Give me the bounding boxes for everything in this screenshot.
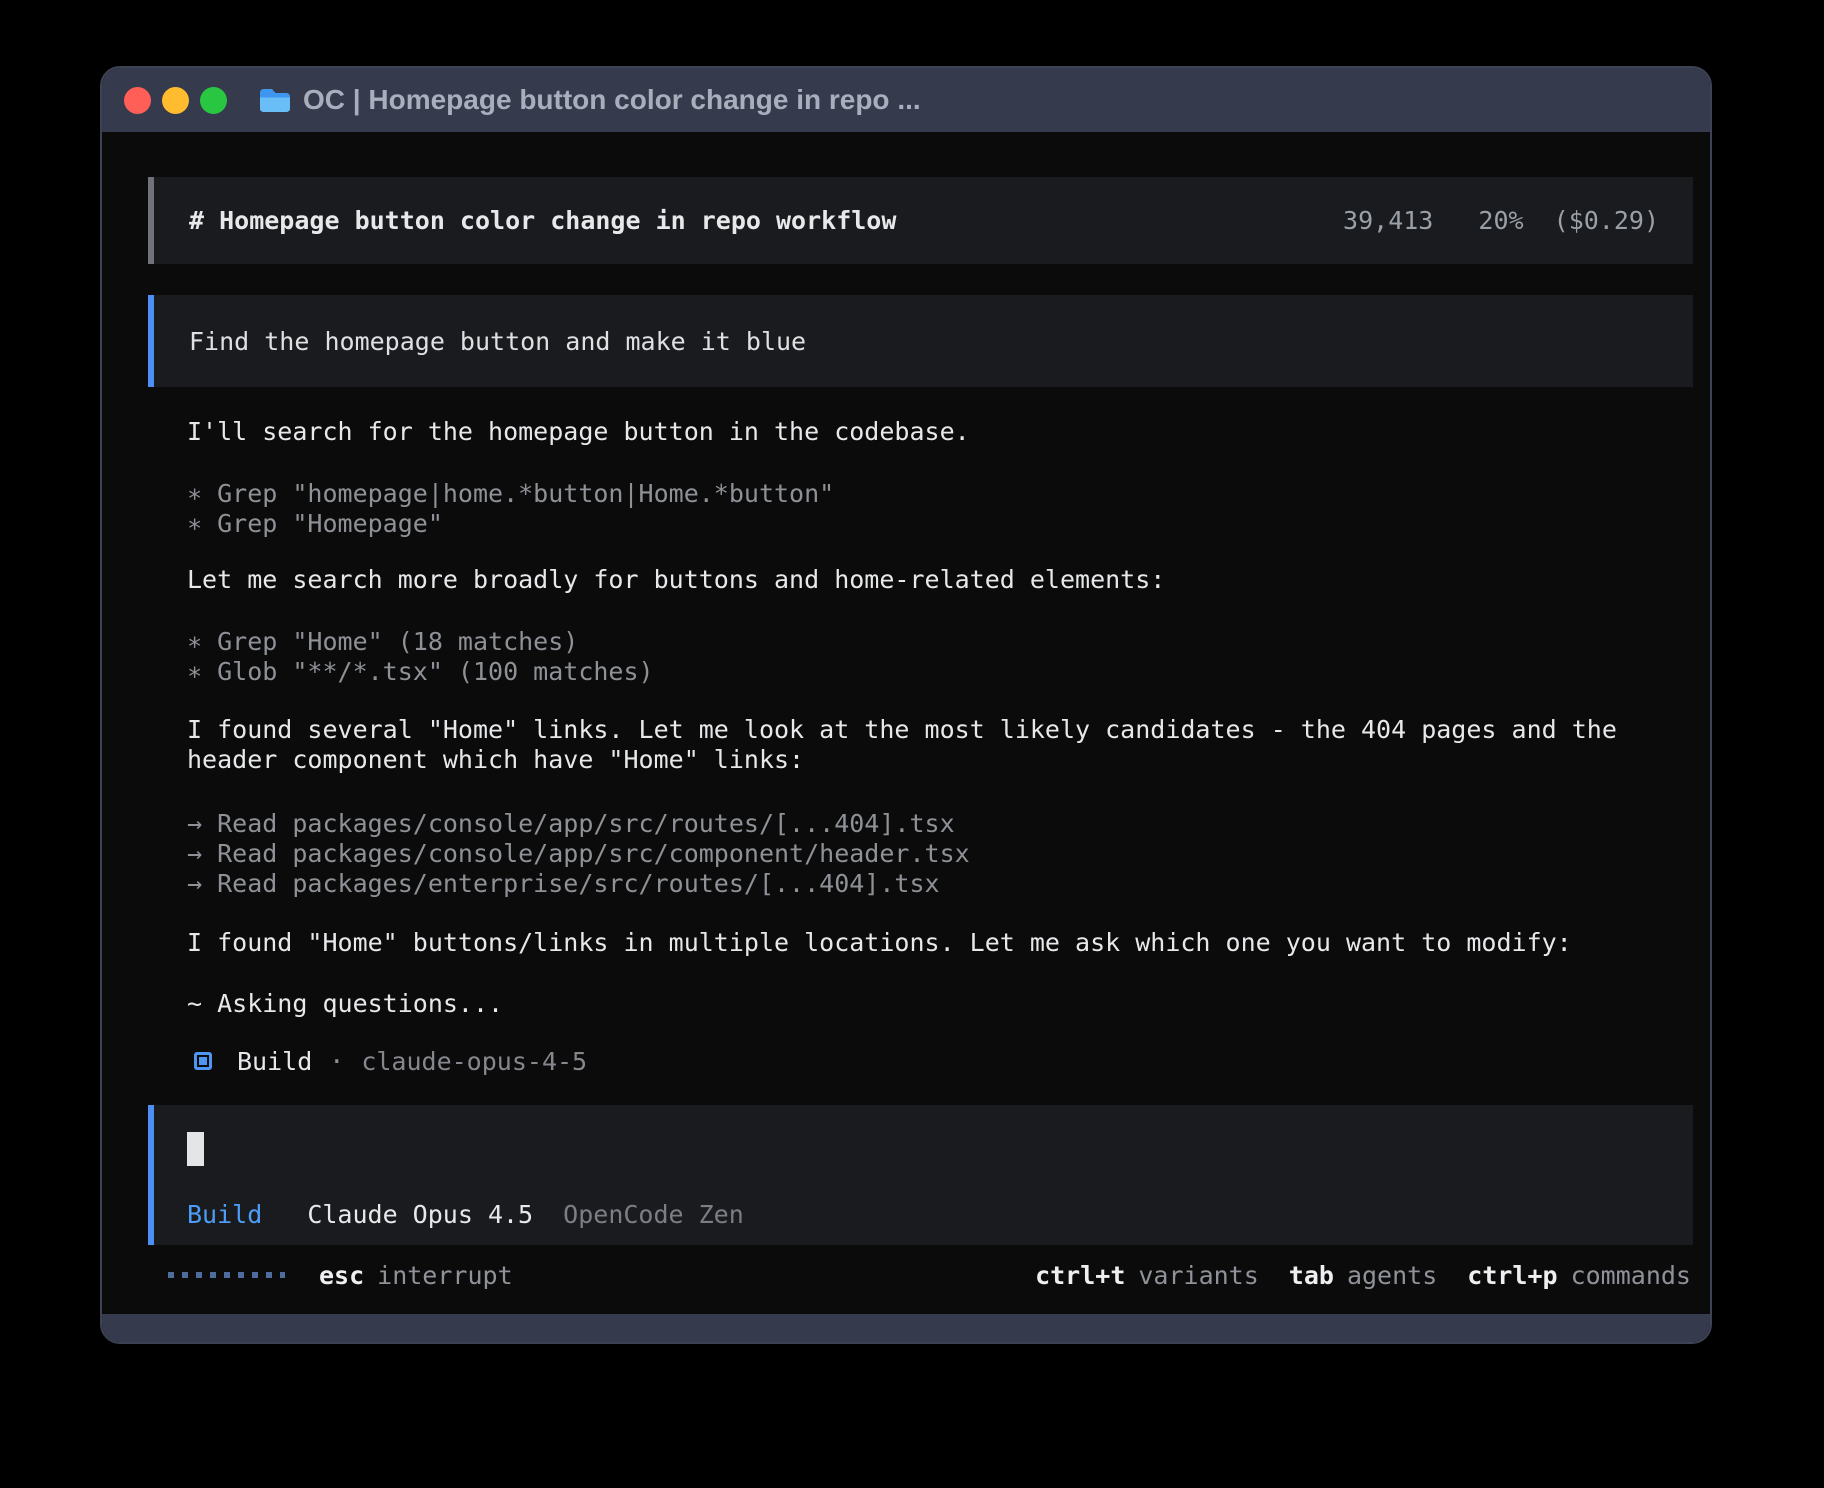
hint-key: ctrl+p <box>1467 1261 1557 1290</box>
prompt-input[interactable]: Build Claude Opus 4.5 OpenCode Zen <box>148 1105 1693 1245</box>
provider-label: OpenCode Zen <box>563 1200 744 1229</box>
close-button[interactable] <box>124 87 151 114</box>
window-title: OC | Homepage button color change in rep… <box>303 84 921 116</box>
hint-key: ctrl+t <box>1035 1261 1125 1290</box>
user-message-text: Find the homepage button and make it blu… <box>189 327 806 356</box>
folder-icon <box>259 87 291 113</box>
traffic-lights <box>124 87 227 114</box>
assistant-text: I found several "Home" links. Let me loo… <box>187 715 1610 745</box>
esc-key-label: interrupt <box>377 1261 512 1290</box>
hint-commands[interactable]: ctrl+p commands <box>1467 1261 1691 1290</box>
agent-model: claude-opus-4-5 <box>361 1047 587 1076</box>
minimize-button[interactable] <box>162 87 189 114</box>
tool-call-read: → Read packages/console/app/src/routes/[… <box>187 809 1610 839</box>
tool-call-grep: ∗ Grep "homepage|home.*button|Home.*butt… <box>187 479 1610 509</box>
zoom-button[interactable] <box>200 87 227 114</box>
hint-label: commands <box>1571 1261 1691 1290</box>
assistant-text: I found "Home" buttons/links in multiple… <box>187 928 1610 958</box>
agent-status-line: Build · claude-opus-4-5 <box>194 1046 587 1076</box>
input-meta: Build Claude Opus 4.5 OpenCode Zen <box>187 1200 744 1229</box>
hint-label: variants <box>1138 1261 1258 1290</box>
agent-badge-icon <box>194 1052 212 1070</box>
user-message: Find the homepage button and make it blu… <box>148 295 1693 387</box>
tool-call-read: → Read packages/enterprise/src/routes/[.… <box>187 869 1610 899</box>
agent-mode-label[interactable]: Build <box>187 1200 262 1229</box>
token-count: 39,413 <box>1343 206 1433 235</box>
tool-call-grep: ∗ Grep "Home" (18 matches) <box>187 627 1610 657</box>
status-bar: esc interrupt ctrl+t variants tab agents… <box>148 1260 1691 1290</box>
window-bottom-strip <box>102 1314 1710 1342</box>
tool-call-grep: ∗ Grep "Homepage" <box>187 509 1610 539</box>
hint-label: agents <box>1347 1261 1437 1290</box>
session-title: # Homepage button color change in repo w… <box>189 206 896 235</box>
hint-key: tab <box>1289 1261 1334 1290</box>
tool-call-glob: ∗ Glob "**/*.tsx" (100 matches) <box>187 657 1610 687</box>
text-cursor <box>187 1132 204 1166</box>
session-cost: ($0.29) <box>1554 206 1659 235</box>
tool-call-read: → Read packages/console/app/src/componen… <box>187 839 1610 869</box>
status-left: esc interrupt <box>148 1261 513 1290</box>
window-titlebar[interactable]: OC | Homepage button color change in rep… <box>102 68 1710 132</box>
assistant-text: I'll search for the homepage button in t… <box>187 417 1610 447</box>
assistant-text: Let me search more broadly for buttons a… <box>187 565 1610 595</box>
hint-agents[interactable]: tab agents <box>1289 1261 1437 1290</box>
activity-dots-icon <box>168 1272 285 1278</box>
session-header: # Homepage button color change in repo w… <box>148 177 1693 264</box>
assistant-text: header component which have "Home" links… <box>187 745 1610 775</box>
status-right: ctrl+t variants tab agents ctrl+p comman… <box>1035 1261 1691 1290</box>
agent-name: Build <box>237 1047 312 1076</box>
session-meta: 39,413 20% ($0.29) <box>1343 206 1659 235</box>
working-status: ~ Asking questions... <box>187 989 1610 1019</box>
model-label[interactable]: Claude Opus 4.5 <box>307 1200 533 1229</box>
terminal-window: OC | Homepage button color change in rep… <box>100 66 1712 1344</box>
hint-variants[interactable]: ctrl+t variants <box>1035 1261 1259 1290</box>
separator-dot: · <box>329 1047 344 1076</box>
context-percent: 20% <box>1478 206 1523 235</box>
esc-key-hint[interactable]: esc <box>319 1261 364 1290</box>
